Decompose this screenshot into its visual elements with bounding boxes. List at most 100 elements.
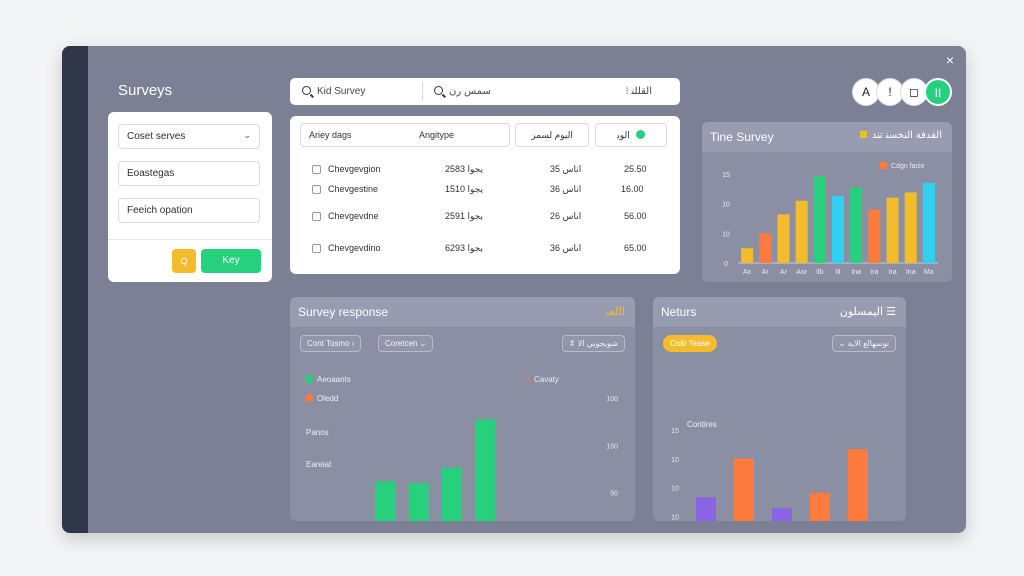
table-row[interactable]: Chevgevdne 2591 ﻳﺠﻮﺍ 26 ﺍﻧﺎﺱ 56.00 [290, 208, 680, 226]
y-tick-label: 15 [722, 172, 730, 179]
y-tick-label: 10 [722, 231, 730, 238]
y-tick-label: 15 [671, 428, 679, 435]
row-value: 16.00 [621, 184, 644, 194]
row-code: 1510 ﻳﺠﻮﺍ [445, 184, 483, 194]
small-action-button[interactable]: Q [172, 249, 196, 273]
neturs-panel: Neturs ﺍﻟﻴﻤﺴﻠﻮﻥ ☰ Osib Tease ﺗﻮﺳﻬﺎﻟﻊ ﺍﻟﺎ… [653, 297, 906, 521]
key-button[interactable]: Key [201, 249, 261, 273]
chart-bar [848, 449, 868, 521]
close-icon[interactable]: × [942, 52, 958, 68]
row-name: Chevgestine [328, 184, 379, 194]
chart-bar [375, 481, 396, 521]
y-tick-label: 10 [671, 486, 679, 493]
row-count: 35 ﺍﻧﺎﺱ [550, 164, 582, 174]
row-checkbox[interactable] [312, 165, 321, 174]
chart-bar [759, 233, 772, 263]
chart-bar [813, 176, 826, 263]
x-tick-label: Ilb [816, 269, 824, 276]
row-checkbox[interactable] [312, 185, 321, 194]
row-count: 36 ﺍﻧﺎﺱ [550, 243, 582, 253]
chart-bar [696, 497, 716, 521]
x-tick-label: Aor [796, 269, 808, 276]
table-header-label: Ariey dags [309, 130, 352, 140]
row-value: 56.00 [624, 211, 647, 221]
table-header-label: Angitype [419, 130, 455, 140]
filter-field[interactable]: Eoastegas [118, 161, 260, 186]
chart-bar [475, 419, 496, 521]
y-tick-label: 10 [671, 514, 679, 521]
chart-bar [777, 214, 790, 263]
survey-response-chart: AeoaantsOleddCavatyPanosEareiatAnThaTayH… [305, 375, 618, 521]
data-table: Ariey dags Angitype ﺍﻟﻴﻮﻡ ﻟﺴﻤﺮ ﺍﻟﻮﻳ Chev… [290, 116, 680, 274]
search-bar[interactable]: Kid Survey ﺳﻤﺲ ﺭﻥ ﺍﻟﻘﻠﻠﻨ ⁝ [290, 78, 680, 105]
legend-dot [305, 375, 313, 383]
x-tick-label: Ira [870, 269, 878, 276]
filter-dropdown-label: Coset serves [127, 131, 186, 142]
filter-option-label: Feeich opation [127, 205, 193, 216]
legend-dot [526, 377, 530, 381]
row-label: Panos [306, 428, 329, 437]
legend-label: Oledd [317, 394, 338, 403]
filter-card: Coset serves ⌄ Eoastegas Feeich opation … [108, 112, 272, 282]
x-tick-label: Ira [888, 269, 896, 276]
x-tick-label: Ar [762, 269, 770, 276]
table-header-status[interactable]: ﺍﻟﻮﻳ [595, 123, 667, 147]
filter-dropdown[interactable]: Coset serves ⌄ [118, 124, 260, 149]
divider [108, 239, 272, 240]
row-checkbox[interactable] [312, 244, 321, 253]
time-survey-panel: Tine Survey ﺍﻟﻘﺪﻓﺔ ﺍﻟﻨﺨﺴﻨ ﺗﻨﺪ Cdgn facie… [702, 122, 952, 282]
top-icons: A ! ◻ II [852, 78, 952, 106]
y-tick-label: 150 [606, 443, 618, 450]
table-header-date[interactable]: ﺍﻟﻴﻮﻡ ﻟﺴﻤﺮ [515, 123, 589, 147]
table-row[interactable]: Chevgevdino 6293 ﻳﺠﻮﺍ 36 ﺍﻧﺎﺱ 65.00 [290, 240, 680, 258]
series-label: Contires [687, 420, 717, 429]
chart-bar [741, 248, 754, 263]
secondary-search-input[interactable]: ﺳﻤﺲ ﺭﻥ [434, 78, 491, 105]
row-checkbox[interactable] [312, 212, 321, 221]
filter-option-field[interactable]: Feeich opation [118, 198, 260, 223]
chart-bar [734, 458, 754, 521]
x-tick-label: Ilt [835, 269, 841, 276]
app-window: × Surveys Coset serves ⌄ Eoastegas Feeic… [62, 46, 966, 533]
legend-label: Cdgn facie [891, 163, 925, 170]
status-icon[interactable]: II [924, 78, 952, 106]
legend-swatch [880, 162, 887, 169]
chart-bar [886, 197, 899, 263]
search-input-text: Kid Survey [317, 86, 366, 97]
y-tick-label: 100 [606, 396, 618, 403]
chart-bar [904, 192, 917, 263]
row-label: Eareiat [306, 460, 332, 469]
legend-label: Aeoaants [317, 375, 351, 384]
row-code: 2583 ﻳﺠﻮﺍ [445, 164, 483, 174]
x-tick-label: Ax [743, 269, 752, 276]
chart-bar [832, 195, 844, 263]
chart-bar [810, 492, 830, 521]
row-value: 25.50 [624, 164, 647, 174]
table-row[interactable]: Chevgestine 1510 ﻳﺠﻮﺍ 36 ﺍﻧﺎﺱ 16.00 [290, 181, 680, 199]
search-input[interactable]: Kid Survey [302, 78, 365, 105]
y-tick-label: 10 [671, 457, 679, 464]
search-icon [434, 86, 443, 95]
y-tick-label: 0 [724, 261, 728, 268]
left-rail [62, 46, 88, 533]
chart-bar [772, 508, 792, 521]
y-tick-label: 10 [722, 202, 730, 209]
legend-label: Cavaty [534, 375, 559, 384]
table-row[interactable]: Chevgevgion 2583 ﻳﺠﻮﺍ 35 ﺍﻧﺎﺱ 25.50 [290, 161, 680, 179]
row-name: Chevgevdino [328, 243, 381, 253]
table-header-label: ﺍﻟﻮﻳ [617, 130, 630, 140]
row-name: Chevgevdne [328, 211, 379, 221]
chart-bar [922, 182, 935, 263]
time-survey-chart: Cdgn facie Ax Ar Ar Aor Ilb Ilt Ina Ira Ira Ina Ma 1… [722, 162, 938, 276]
x-tick-label: Ar [780, 269, 788, 276]
table-header-name[interactable]: Ariey dags Angitype [300, 123, 510, 147]
chart-bar [850, 187, 863, 263]
survey-response-panel: Survey response ﺍﻟﻠﻌﻨ Cont Tosmo › Coret… [290, 297, 635, 521]
legend-dot [305, 394, 313, 402]
chart-bar [442, 467, 462, 521]
chart-bar [868, 209, 881, 263]
search-filter-label[interactable]: ﺍﻟﻘﻠﻠﻨ ⁝ [626, 78, 652, 105]
x-tick-label: Ina [851, 269, 861, 276]
row-name: Chevgevgion [328, 164, 381, 174]
row-count: 36 ﺍﻧﺎﺱ [550, 184, 582, 194]
